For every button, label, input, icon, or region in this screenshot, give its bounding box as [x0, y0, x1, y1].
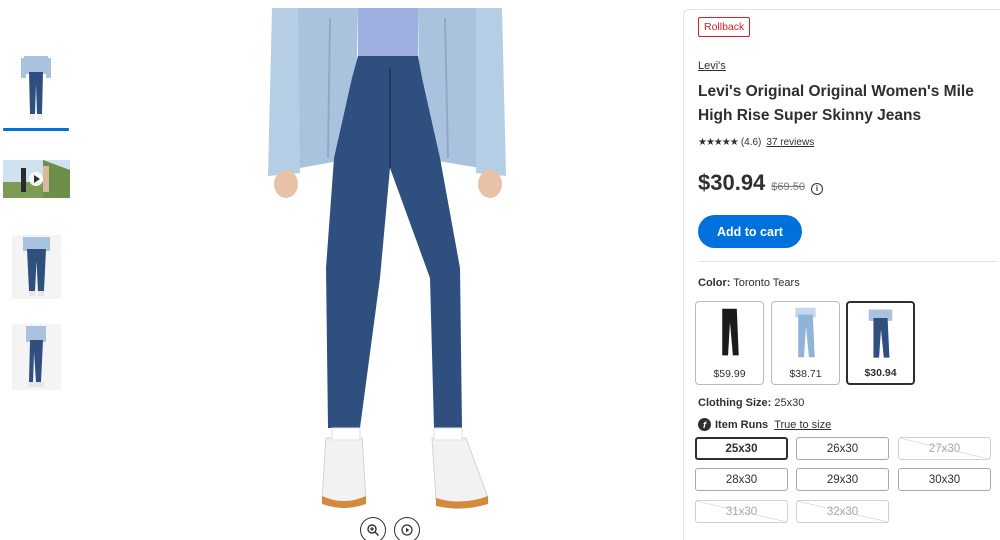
star-rating-icon: ★★★★★: [698, 137, 739, 148]
size-option-32x30[interactable]: 32x30: [796, 500, 889, 523]
size-value: 25x30: [774, 397, 805, 409]
main-product-image[interactable]: [240, 8, 530, 513]
size-option-31x30[interactable]: 31x30: [695, 500, 788, 523]
brand-link[interactable]: Levi's: [698, 60, 726, 72]
size-option-30x30[interactable]: 30x30: [898, 468, 991, 491]
color-value: Toronto Tears: [733, 277, 800, 289]
thumbnail-video[interactable]: [3, 160, 70, 198]
jeans-back-thumbnail-image: [12, 235, 61, 299]
jeans-side-thumbnail-image: [12, 324, 61, 390]
color-swatch-toronto-tears[interactable]: $30.94: [846, 301, 915, 385]
swatch-price: $30.94: [864, 367, 897, 379]
price-row: $30.94 $69.50 i: [698, 170, 823, 196]
jeans-thumbnail-image: [21, 56, 51, 120]
item-runs-label: Item Runs: [715, 418, 769, 431]
zoom-button[interactable]: [360, 517, 386, 540]
size-option-27x30[interactable]: 27x30: [898, 437, 991, 460]
rollback-badge: Rollback: [698, 17, 751, 37]
reviews-link[interactable]: 37 reviews: [766, 137, 814, 148]
video-thumbnail-image: [3, 160, 70, 198]
size-option-25x30[interactable]: 25x30: [695, 437, 788, 460]
play-video-button[interactable]: [394, 517, 420, 540]
current-price: $30.94: [698, 170, 766, 195]
thumbnail-front[interactable]: [18, 54, 54, 124]
swatch-dark-jeans-image: [868, 309, 893, 358]
product-title: Levi's Original Original Women's Mile Hi…: [698, 83, 974, 124]
product-info-panel: Rollback Levi's Levi's Original Original…: [683, 9, 1000, 540]
thumbnail-selected-indicator: [3, 128, 69, 131]
item-runs-row: f Item Runs True to size: [698, 418, 831, 431]
color-swatch-light-wash[interactable]: $38.71: [771, 301, 840, 385]
price-info-icon[interactable]: i: [810, 182, 823, 195]
add-to-cart-button[interactable]: Add to cart: [698, 215, 802, 248]
size-option-26x30[interactable]: 26x30: [796, 437, 889, 460]
fit-icon: f: [698, 418, 711, 431]
color-label-row: Color: Toronto Tears: [698, 277, 800, 289]
divider: [698, 261, 998, 262]
swatch-light-jeans-image: [795, 307, 816, 358]
rating-row: ★★★★★ (4.6) 37 reviews: [698, 137, 814, 148]
rating-value: (4.6): [740, 137, 762, 148]
size-label-row: Clothing Size: 25x30: [698, 397, 804, 409]
media-controls: [360, 517, 420, 540]
color-swatch-black[interactable]: $59.99: [695, 301, 764, 385]
thumbnail-side[interactable]: [12, 324, 61, 390]
size-option-29x30[interactable]: 29x30: [796, 468, 889, 491]
thumbnail-rail: [0, 0, 75, 540]
play-icon: [401, 524, 413, 536]
size-label: Clothing Size:: [698, 397, 772, 409]
zoom-icon: [367, 524, 379, 536]
swatch-black-jeans-image: [722, 308, 739, 356]
was-price: $69.50: [771, 181, 805, 193]
color-label: Color:: [698, 277, 731, 289]
thumbnail-back[interactable]: [12, 235, 61, 299]
size-option-28x30[interactable]: 28x30: [695, 468, 788, 491]
swatch-price: $38.71: [789, 368, 822, 380]
swatch-price: $59.99: [713, 368, 746, 380]
true-to-size-link[interactable]: True to size: [774, 419, 831, 431]
